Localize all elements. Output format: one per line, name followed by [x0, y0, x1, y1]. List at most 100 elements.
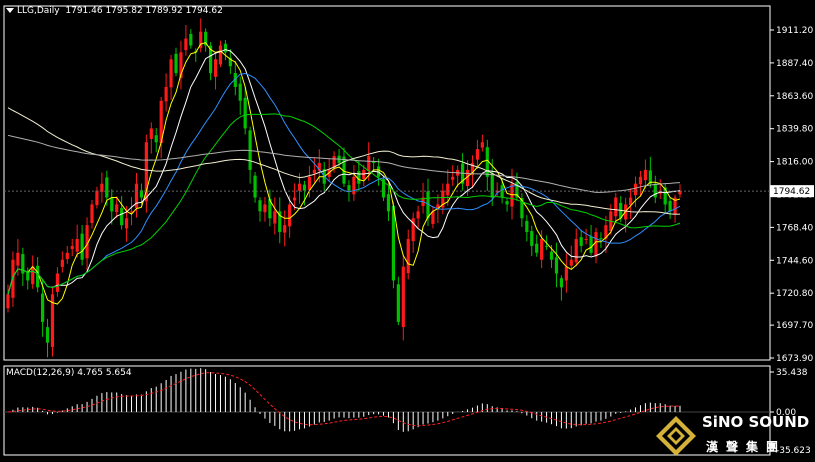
candle [633, 176, 638, 208]
candle-body [273, 211, 277, 224]
diamond-emblem-icon [656, 416, 696, 456]
candle-body [154, 135, 158, 143]
price-chart: 1911.201887.401863.601839.801816.001792.… [3, 5, 814, 456]
candle-body [258, 200, 262, 212]
candle-body [75, 238, 79, 252]
candle-body [554, 257, 559, 274]
candle [564, 253, 568, 293]
candle [312, 157, 316, 183]
candle [357, 160, 361, 192]
symbol-label: LLG,Daily [17, 6, 60, 16]
candle [199, 18, 203, 53]
candle-body [253, 175, 257, 198]
candle [638, 170, 643, 197]
price-tick-label: 1863.60 [776, 92, 813, 102]
candle-body [120, 208, 124, 226]
candle-body [490, 173, 494, 198]
candle [169, 54, 173, 101]
candle [653, 175, 657, 204]
candle [416, 205, 420, 229]
candle-body [584, 238, 588, 240]
candle-body [218, 45, 223, 65]
candle-body [115, 204, 119, 213]
candle [238, 76, 242, 116]
candle-body [406, 238, 410, 274]
candle [530, 225, 534, 256]
candle-body [90, 204, 94, 224]
candle [273, 197, 277, 235]
candle-body [283, 225, 287, 233]
price-tick-label: 1673.90 [776, 354, 813, 364]
price-tick-label: 1697.70 [776, 321, 813, 331]
candle-body [525, 220, 529, 233]
candle [258, 197, 262, 222]
candle [65, 245, 69, 264]
candle-body [396, 284, 400, 322]
candle [75, 224, 79, 258]
candle-body [386, 194, 391, 212]
candle [283, 210, 287, 247]
candle-body [540, 238, 544, 260]
candle [149, 122, 153, 154]
candle [480, 134, 484, 152]
candle-body [569, 259, 573, 266]
candle [189, 29, 193, 49]
ohlc-values: 1791.46 1795.82 1789.92 1794.62 [65, 6, 223, 16]
candle-body [65, 252, 69, 260]
candle [342, 147, 346, 187]
candle [174, 47, 178, 77]
candle [134, 172, 139, 218]
candle [574, 228, 578, 266]
candle [668, 197, 672, 220]
candle-body [312, 169, 316, 174]
candle-body [668, 200, 672, 212]
candle [60, 251, 64, 273]
candle-body [475, 149, 480, 160]
candle-body [416, 211, 420, 219]
candle-body [559, 278, 564, 288]
candle-body [55, 273, 60, 292]
candle [263, 196, 267, 222]
candle [535, 234, 539, 257]
candle [401, 254, 405, 341]
candle [253, 172, 257, 203]
candle [129, 197, 134, 226]
candle-body [174, 53, 178, 74]
candle-body [40, 293, 45, 322]
dropdown-triangle-icon[interactable] [6, 8, 14, 13]
candle-body [302, 184, 307, 191]
candle-body [60, 259, 64, 267]
main-plot-area [3, 5, 771, 361]
candle [50, 286, 55, 357]
candle-body [357, 171, 361, 184]
candle-body [530, 231, 534, 246]
price-tick-label: 1768.40 [776, 223, 813, 233]
candle-body [288, 204, 292, 227]
candle-body [535, 243, 539, 253]
candle-body [549, 251, 554, 260]
candle-body [243, 97, 247, 129]
price-tick-label: 1720.80 [776, 289, 813, 299]
candle-body [169, 59, 173, 88]
logo-chinese-text: 漢聲集團 [706, 440, 787, 454]
price-tick-label: 1839.80 [776, 125, 813, 135]
candle-body [105, 177, 109, 198]
candle-body [599, 238, 603, 240]
candle [120, 196, 124, 230]
candle [228, 49, 232, 75]
candle [100, 172, 104, 203]
candle-body [213, 59, 218, 77]
candle [154, 127, 158, 153]
candle [179, 40, 183, 90]
candle [628, 188, 633, 219]
candle [352, 164, 356, 201]
candle-body [362, 169, 366, 180]
candle [45, 318, 50, 358]
current-price-label: 1794.62 [773, 187, 810, 197]
candle [21, 247, 25, 287]
candle-body [648, 170, 652, 184]
candle [451, 165, 455, 186]
candle [411, 212, 415, 254]
candle-body [589, 236, 593, 253]
candle [594, 227, 598, 264]
